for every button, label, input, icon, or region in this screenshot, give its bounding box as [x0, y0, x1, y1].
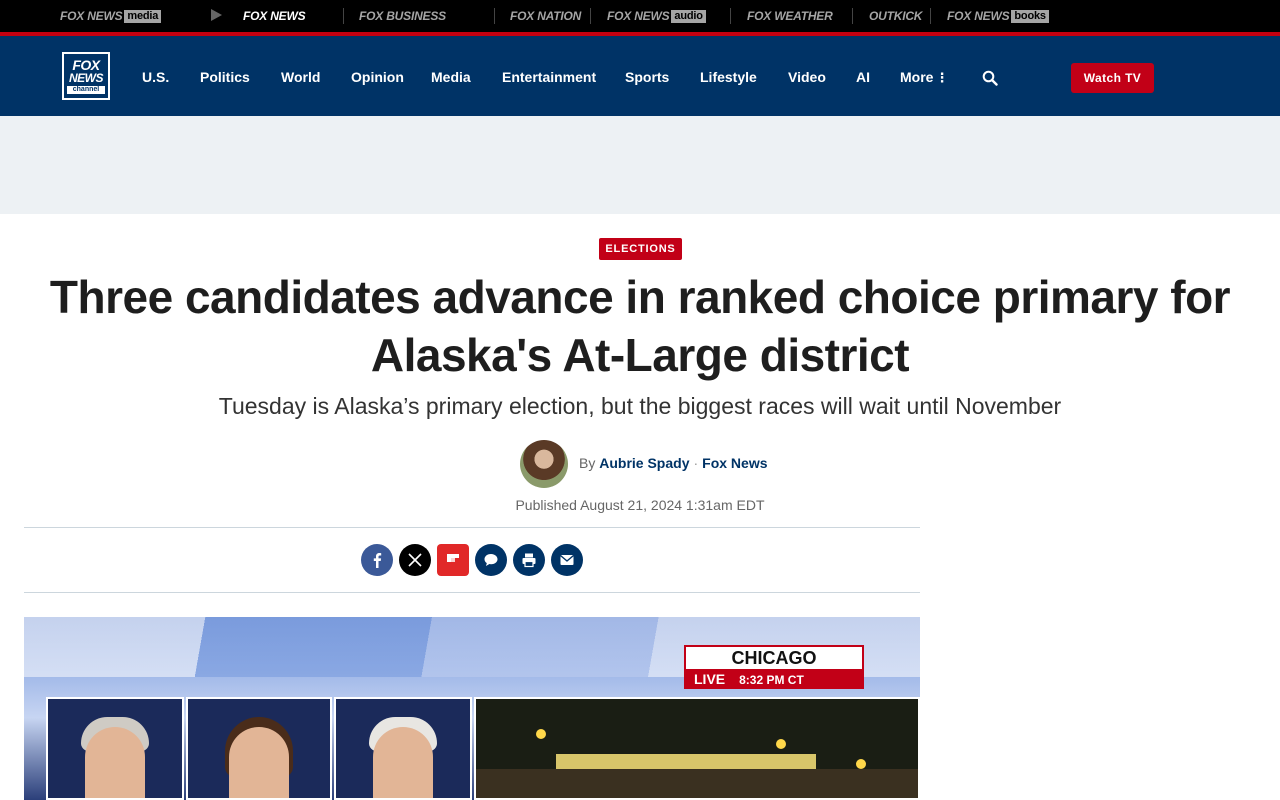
- kebab-icon: ⋮: [935, 70, 949, 85]
- comment-icon: [484, 554, 498, 566]
- live-indicator: LIVE 8:32 PM CT: [686, 669, 862, 689]
- nav-item-media[interactable]: Media: [431, 69, 471, 85]
- network-link-fox-weather[interactable]: FOX WEATHER: [747, 8, 833, 24]
- network-bar: FOX NEWS media FOX NEWS FOX BUSINESS FOX …: [0, 0, 1280, 32]
- live-time: 8:32 PM CT: [739, 673, 804, 687]
- print-icon: [522, 553, 536, 568]
- logo-text-line2: NEWS: [69, 71, 104, 85]
- article-headline: Three candidates advance in ranked choic…: [49, 271, 1231, 381]
- divider: [494, 8, 495, 24]
- network-link-fox-nation[interactable]: FOX NATION: [510, 8, 581, 24]
- author-avatar[interactable]: [520, 440, 568, 488]
- divider: [930, 8, 931, 24]
- nav-item-entertainment[interactable]: Entertainment: [502, 69, 596, 85]
- nav-item-video[interactable]: Video: [788, 69, 826, 85]
- live-label: LIVE: [694, 671, 726, 687]
- print-button[interactable]: [513, 544, 545, 576]
- x-icon: [408, 553, 422, 567]
- live-feed-panel: [474, 697, 920, 800]
- face-shape: [373, 727, 433, 798]
- byline: By Aubrie Spady · Fox News: [579, 455, 768, 471]
- nav-item-world[interactable]: World: [281, 69, 320, 85]
- ad-placeholder: [0, 116, 1280, 214]
- nav-item-sports[interactable]: Sports: [625, 69, 669, 85]
- nav-item-politics[interactable]: Politics: [200, 69, 250, 85]
- nav-item-ai[interactable]: AI: [856, 69, 870, 85]
- crowd-shape: [476, 769, 918, 798]
- category-eyebrow[interactable]: ELECTIONS: [599, 238, 682, 260]
- network-link-fox-business[interactable]: FOX BUSINESS: [359, 8, 446, 24]
- nav-item-more[interactable]: More ⋮: [900, 69, 948, 86]
- nav-more-label: More: [900, 69, 934, 85]
- street-light: [536, 729, 546, 739]
- byline-separator: ·: [693, 455, 699, 471]
- network-link-fox-news-books[interactable]: FOX NEWS books: [947, 8, 1049, 24]
- street-light: [856, 759, 866, 769]
- divider: [343, 8, 344, 24]
- video-panel-host-2: [186, 697, 332, 800]
- network-link-outkick[interactable]: OUTKICK: [869, 8, 922, 24]
- nav-item-opinion[interactable]: Opinion: [351, 69, 404, 85]
- watch-tv-button[interactable]: Watch TV: [1071, 63, 1154, 93]
- face-shape: [229, 727, 289, 798]
- facebook-icon: [373, 553, 382, 568]
- divider: [590, 8, 591, 24]
- play-arrow-icon: [211, 9, 222, 21]
- street-light: [776, 739, 786, 749]
- divider: [24, 527, 920, 528]
- email-icon: [560, 554, 574, 565]
- divider: [24, 592, 920, 593]
- logo-text-line3: channel: [67, 86, 105, 94]
- email-button[interactable]: [551, 544, 583, 576]
- divider: [852, 8, 853, 24]
- source-link[interactable]: Fox News: [702, 455, 767, 471]
- fox-news-logo[interactable]: FOX NEWS channel: [62, 52, 110, 100]
- video-panel-host-3: [334, 697, 472, 800]
- face-shape: [85, 727, 145, 798]
- search-icon[interactable]: [982, 70, 998, 86]
- share-flipboard-button[interactable]: [437, 544, 469, 576]
- author-link[interactable]: Aubrie Spady: [599, 455, 689, 471]
- live-location-tag: CHICAGO LIVE 8:32 PM CT: [684, 645, 864, 689]
- share-facebook-button[interactable]: [361, 544, 393, 576]
- network-link-fox-news[interactable]: FOX NEWS: [243, 8, 306, 24]
- live-location-label: CHICAGO: [686, 647, 862, 669]
- network-link-fox-news-media[interactable]: FOX NEWS media: [60, 8, 162, 24]
- byline-prefix: By: [579, 455, 596, 471]
- published-date: Published August 21, 2024 1:31am EDT: [515, 497, 765, 513]
- site-header: FOX NEWS channel U.S. Politics World Opi…: [0, 36, 1280, 116]
- article-hero-image[interactable]: CHICAGO LIVE 8:32 PM CT: [24, 617, 920, 800]
- video-panel-host-1: [46, 697, 184, 800]
- divider: [730, 8, 731, 24]
- nav-item-lifestyle[interactable]: Lifestyle: [700, 69, 757, 85]
- nav-item-us[interactable]: U.S.: [142, 69, 169, 85]
- comments-button[interactable]: [475, 544, 507, 576]
- flipboard-icon: [447, 554, 459, 562]
- network-link-fox-news-audio[interactable]: FOX NEWS audio: [607, 8, 706, 24]
- logo-text-line1: FOX: [72, 57, 100, 73]
- share-x-button[interactable]: [399, 544, 431, 576]
- article-subhead: Tuesday is Alaska’s primary election, bu…: [218, 393, 1062, 419]
